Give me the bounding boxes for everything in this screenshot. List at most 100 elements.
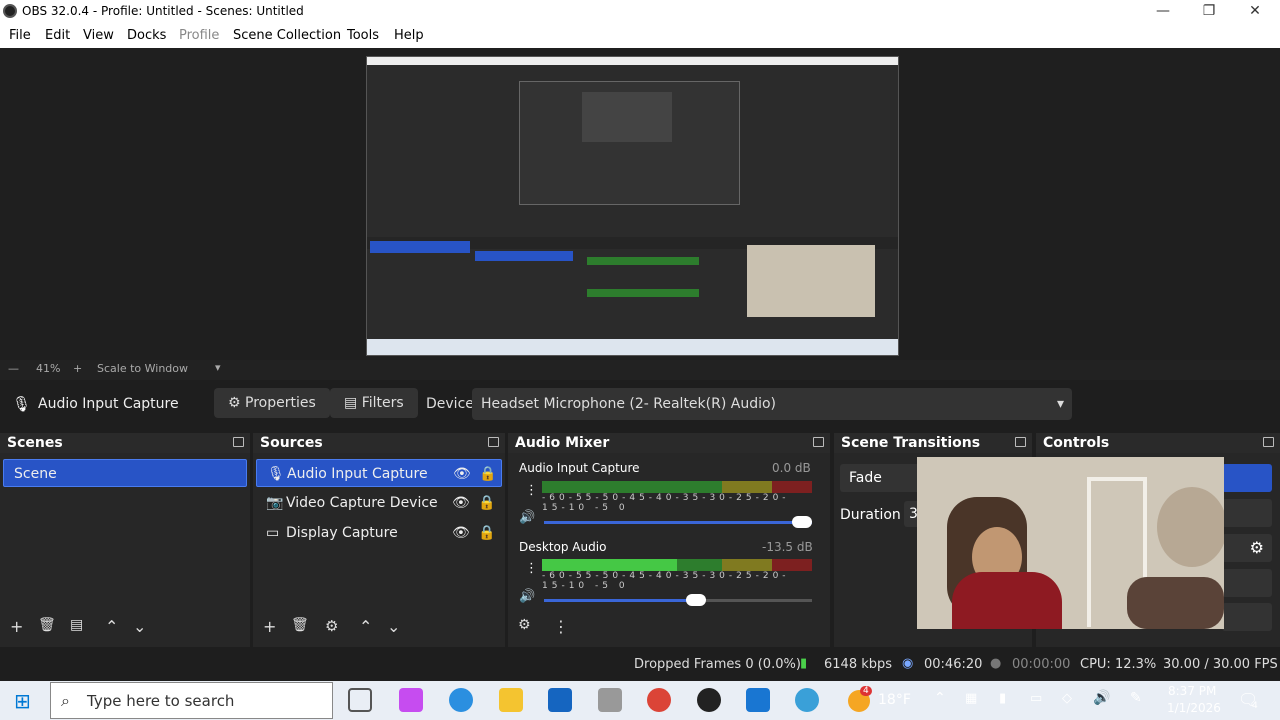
volume-handle[interactable] [792, 516, 812, 528]
mixer-menu-icon[interactable]: ⋮ [553, 617, 569, 636]
lock-icon[interactable]: 🔒 [478, 519, 495, 547]
zoom-out-button[interactable]: — [8, 362, 19, 375]
exit-button[interactable] [1222, 603, 1272, 631]
monitor-icon: ▭ [266, 525, 280, 541]
notification-badge: 4 [1252, 701, 1258, 711]
volume-slider[interactable] [544, 599, 699, 602]
zoom-in-button[interactable]: + [73, 362, 82, 375]
tray-chevron-icon[interactable]: ⌃ [934, 690, 946, 706]
scale-mode-dropdown[interactable]: Scale to Window [97, 362, 188, 375]
move-down-button[interactable]: ⌄ [387, 617, 400, 636]
bitrate: 6148 kbps [824, 657, 893, 672]
volume-tray-icon[interactable]: 🔊 [1093, 690, 1110, 706]
mixer-toolbar: ⚙ ⋮ [508, 617, 830, 639]
app-icon[interactable] [598, 688, 622, 712]
device-value: Headset Microphone (2- Realtek(R) Audio) [481, 396, 777, 412]
speaker-icon[interactable]: 🔊 [519, 589, 535, 604]
move-up-button[interactable]: ⌃ [359, 617, 372, 636]
remove-source-button[interactable]: 🗑 [291, 617, 309, 633]
advanced-audio-icon[interactable]: ⚙ [518, 617, 531, 633]
network-icon[interactable]: ◇ [1062, 691, 1072, 706]
preview-canvas[interactable] [366, 56, 899, 356]
audio-mixer-dock: Audio Mixer Audio Input Capture 0.0 dB ⋮… [508, 433, 830, 647]
chevron-down-icon[interactable]: ▾ [215, 361, 221, 374]
clock-date[interactable]: 1/1/2026 [1167, 701, 1221, 715]
maximize-button[interactable]: ❐ [1186, 0, 1232, 23]
device-label: Device [426, 396, 474, 412]
snipping-tool-icon[interactable] [746, 688, 770, 712]
microphone-icon: 🎙 [12, 395, 32, 413]
eye-icon[interactable]: 👁 [452, 519, 470, 547]
settings-gear-icon[interactable]: ⚙ [1222, 534, 1272, 562]
taskbar-search-input[interactable]: ⌕ Type here to search [50, 682, 333, 719]
filters-button[interactable]: ▤ Filters [330, 388, 418, 418]
speaker-icon[interactable]: 🔊 [519, 510, 535, 525]
filter-icon: ▤ [344, 395, 358, 411]
scene-item[interactable]: Scene [3, 459, 247, 487]
file-explorer-icon[interactable] [499, 688, 523, 712]
controls-title: Controls [1036, 433, 1280, 453]
start-streaming-button[interactable] [1222, 464, 1272, 492]
channel-menu-icon[interactable]: ⋮ [525, 561, 538, 576]
menu-scene-collection[interactable]: Scene Collection [233, 28, 341, 43]
volume-handle[interactable] [686, 594, 706, 606]
obs-taskbar-icon[interactable] [697, 688, 721, 712]
add-scene-button[interactable]: + [10, 617, 23, 636]
menu-docks[interactable]: Docks [127, 28, 166, 43]
move-up-button[interactable]: ⌃ [105, 617, 118, 636]
lock-icon[interactable]: 🔒 [478, 489, 495, 517]
outlook-icon[interactable] [548, 688, 572, 712]
weather-badge: 4 [860, 686, 872, 696]
microphone-tray-icon[interactable]: ▮ [999, 691, 1006, 706]
channel-db: -13.5 dB [762, 540, 813, 554]
weather-temp[interactable]: 18°F [878, 692, 911, 708]
zoom-value: 41% [36, 362, 61, 375]
channel-name: Desktop Audio [519, 540, 607, 554]
help-icon[interactable] [795, 688, 819, 712]
undock-icon[interactable] [813, 437, 824, 447]
menu-file[interactable]: File [9, 28, 31, 43]
edge-icon[interactable] [449, 688, 473, 712]
menu-view[interactable]: View [83, 28, 114, 43]
undock-icon[interactable] [488, 437, 499, 447]
studio-mode-button[interactable] [1222, 569, 1272, 597]
task-view-icon[interactable] [348, 688, 372, 712]
scenes-title: Scenes [0, 433, 250, 453]
eye-icon[interactable]: 👁 [452, 489, 470, 517]
tray-app-icon[interactable]: ▦ [965, 691, 977, 706]
minimize-button[interactable]: — [1140, 0, 1186, 23]
lock-icon[interactable]: 🔒 [479, 460, 496, 488]
clock-time[interactable]: 8:37 PM [1168, 684, 1216, 698]
channel-menu-icon[interactable]: ⋮ [525, 483, 538, 498]
pen-icon[interactable]: ✎ [1130, 690, 1142, 706]
undock-icon[interactable] [1015, 437, 1026, 447]
add-source-button[interactable]: + [263, 617, 276, 636]
source-item[interactable]: 📷 Video Capture Device 👁 🔒 [256, 489, 502, 517]
device-select[interactable]: Headset Microphone (2- Realtek(R) Audio)… [472, 388, 1072, 420]
eye-icon[interactable]: 👁 [453, 460, 471, 488]
chrome-icon[interactable] [647, 688, 671, 712]
source-item[interactable]: ▭ Display Capture 👁 🔒 [256, 519, 502, 547]
scene-filters-button[interactable]: ▤ [70, 617, 83, 633]
windows-start-icon[interactable]: ⊞ [14, 689, 31, 713]
start-recording-button[interactable] [1222, 499, 1272, 527]
undock-icon[interactable] [233, 437, 244, 447]
volume-slider[interactable] [544, 521, 812, 524]
menu-edit[interactable]: Edit [45, 28, 70, 43]
copilot-icon[interactable] [399, 688, 423, 712]
menu-help[interactable]: Help [394, 28, 424, 43]
move-down-button[interactable]: ⌄ [133, 617, 146, 636]
stream-icon: ◉ [902, 656, 914, 671]
battery-icon[interactable]: ▭ [1030, 691, 1042, 706]
source-properties-button[interactable]: ⚙ [325, 617, 338, 635]
source-item[interactable]: 🎙 Audio Input Capture 👁 🔒 [256, 459, 502, 487]
menu-profile[interactable]: Profile [179, 28, 219, 43]
microphone-icon: 🎙 [267, 466, 285, 482]
remove-scene-button[interactable]: 🗑 [38, 617, 56, 633]
meter-scale: -60-55-50-45-40-35-30-25-20-15-10 -5 0 [542, 493, 790, 513]
signal-icon: ▮ [800, 656, 808, 671]
properties-button[interactable]: ⚙ Properties [214, 388, 330, 418]
close-button[interactable]: ✕ [1232, 0, 1278, 23]
undock-icon[interactable] [1263, 437, 1274, 447]
menu-tools[interactable]: Tools [347, 28, 379, 43]
